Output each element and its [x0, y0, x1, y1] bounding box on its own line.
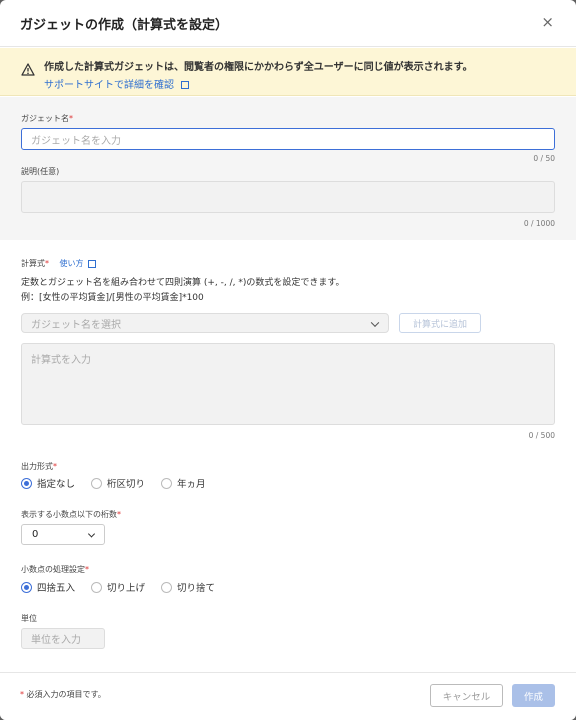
decimal-digits-label-text: 表示する小数点以下の桁数 — [21, 510, 117, 519]
radio-label: 桁区切り — [107, 479, 146, 490]
radio-thousands-separator[interactable]: 桁区切り — [91, 476, 145, 490]
required-mark: * — [20, 690, 24, 699]
radio-selected-icon — [21, 477, 32, 489]
gadget-name-label: ガジェット名* — [21, 113, 73, 124]
formula-description: 定数とガジェット名を組み合わせて四則演算 (+, -, /, *)の数式を設定で… — [21, 278, 345, 288]
gadget-name-counter: 0 / 50 — [533, 154, 555, 163]
required-mark: * — [117, 510, 121, 519]
description-label: 説明(任意) — [21, 167, 60, 176]
external-link-icon — [87, 259, 96, 268]
decimal-digits-label: 表示する小数点以下の桁数* — [21, 509, 121, 520]
required-mark: * — [69, 114, 73, 123]
radio-years-months[interactable]: 年ヵ月 — [161, 476, 206, 490]
radio-none[interactable]: 指定なし — [21, 476, 75, 490]
radio-label: 年ヵ月 — [177, 479, 206, 490]
unit-placeholder: 単位を入力 — [31, 635, 81, 646]
formula-label-text: 計算式 — [21, 259, 45, 268]
required-note: * 必須入力の項目です。 — [20, 689, 106, 700]
radio-round-down[interactable]: 切り捨て — [161, 580, 215, 594]
radio-label: 指定なし — [37, 479, 76, 490]
required-mark: * — [53, 462, 57, 471]
radio-label: 四捨五入 — [37, 583, 76, 594]
support-link[interactable]: サポートサイトで詳細を確認 — [44, 76, 190, 91]
gadget-select-placeholder: ガジェット名を選択 — [31, 319, 121, 331]
formula-textarea-placeholder: 計算式を入力 — [31, 355, 91, 366]
notice-text: 作成した計算式ガジェットは、閲覧者の権限にかかわらず全ユーザーに同じ値が表示され… — [44, 62, 473, 73]
radio-unselected-icon — [91, 477, 103, 489]
add-to-formula-button[interactable]: 計算式に追加 — [399, 313, 481, 333]
unit-input[interactable]: 単位を入力 — [21, 628, 105, 649]
warning-icon — [21, 63, 35, 76]
gadget-name-placeholder: ガジェット名を入力 — [31, 135, 121, 147]
chevron-down-icon — [370, 318, 380, 327]
gadget-name-input[interactable]: ガジェット名を入力 — [21, 128, 555, 150]
support-link-label: サポートサイトで詳細を確認 — [44, 80, 174, 91]
unit-label: 単位 — [21, 614, 37, 623]
radio-label: 切り上げ — [107, 583, 146, 594]
how-to-link[interactable]: 使い方 — [60, 259, 96, 268]
radio-unselected-icon — [91, 581, 103, 593]
decimal-digits-value: 0 — [32, 529, 39, 540]
output-format-label: 出力形式* — [21, 461, 57, 472]
notice-banner: 作成した計算式ガジェットは、閲覧者の権限にかかわらず全ユーザーに同じ値が表示され… — [0, 48, 576, 96]
radio-round[interactable]: 四捨五入 — [21, 580, 75, 594]
create-button[interactable]: 作成 — [512, 684, 555, 707]
required-note-text: 必須入力の項目です。 — [26, 690, 106, 699]
output-format-options: 指定なし 桁区切り 年ヵ月 — [21, 476, 222, 490]
chevron-down-icon — [87, 530, 96, 538]
description-input[interactable] — [21, 181, 555, 213]
formula-textarea[interactable]: 計算式を入力 — [21, 343, 555, 425]
gadget-name-label-text: ガジェット名 — [21, 114, 69, 123]
close-icon[interactable]: × — [541, 13, 554, 31]
dialog-title: ガジェットの作成（計算式を設定） — [20, 18, 229, 33]
gadget-select[interactable]: ガジェット名を選択 — [21, 313, 389, 333]
rounding-label: 小数点の処理設定* — [21, 564, 89, 575]
output-format-label-text: 出力形式 — [21, 462, 53, 471]
formula-counter: 0 / 500 — [528, 431, 555, 440]
create-gadget-dialog: ガジェットの作成（計算式を設定） × 作成した計算式ガジェットは、閲覧者の権限に… — [0, 0, 576, 720]
radio-label: 切り捨て — [177, 583, 216, 594]
radio-unselected-icon — [161, 581, 173, 593]
radio-selected-icon — [21, 581, 32, 593]
external-link-icon — [181, 81, 190, 89]
required-mark: * — [85, 565, 89, 574]
formula-example: 例：[女性の平均賃金]/[男性の平均賃金]*100 — [21, 293, 204, 303]
decimal-digits-select[interactable]: 0 — [21, 524, 105, 545]
dialog-header: ガジェットの作成（計算式を設定） × — [0, 0, 576, 47]
rounding-label-text: 小数点の処理設定 — [21, 565, 85, 574]
rounding-options: 四捨五入 切り上げ 切り捨て — [21, 580, 231, 594]
dialog-footer: * 必須入力の項目です。 キャンセル 作成 — [0, 672, 576, 720]
cancel-button[interactable]: キャンセル — [430, 684, 503, 707]
how-to-link-label: 使い方 — [59, 259, 84, 268]
radio-unselected-icon — [161, 477, 173, 489]
formula-label: 計算式* 使い方 — [21, 258, 96, 269]
description-counter: 0 / 1000 — [523, 219, 555, 228]
required-mark: * — [45, 259, 49, 268]
radio-round-up[interactable]: 切り上げ — [91, 580, 145, 594]
